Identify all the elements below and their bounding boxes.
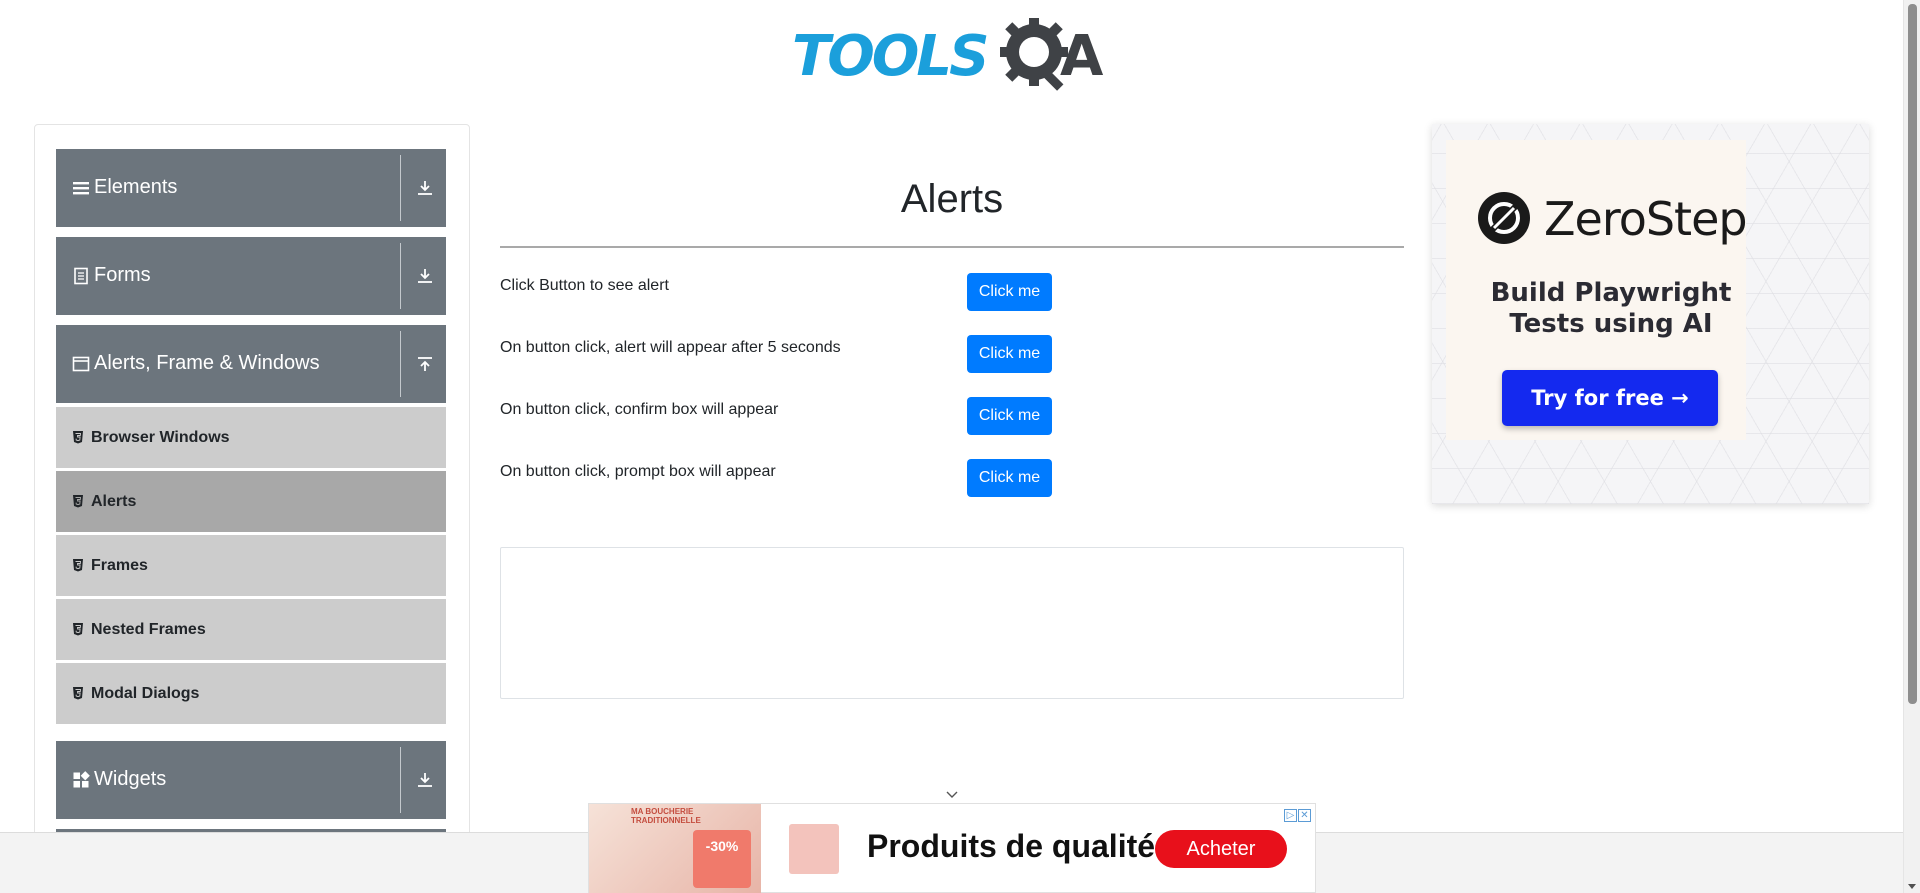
timer-alert-button[interactable]: Click me — [967, 335, 1052, 373]
zerostep-ad[interactable]: ZeroStep Build Playwright Tests using AI… — [1432, 124, 1869, 504]
header: TOOLS A — [0, 0, 1903, 100]
row-description: On button click, prompt box will appear — [500, 463, 776, 480]
timer-alert-row: On button click, alert will appear after… — [500, 335, 1404, 375]
sidebar-group-label: Forms — [94, 264, 151, 286]
html5-icon — [73, 559, 83, 572]
ad-tagline-line-1: Build Playwright — [1490, 278, 1732, 308]
prompt-button[interactable]: Click me — [967, 459, 1052, 497]
sidebar-item-label: Modal Dialogs — [91, 685, 200, 702]
sidebar-item-nested-frames[interactable]: Nested Frames — [56, 599, 446, 661]
divider — [400, 747, 401, 813]
prompt-row: On button click, prompt box will appear … — [500, 459, 1404, 499]
chevron-down-icon[interactable] — [945, 788, 959, 802]
ad-thumb-label: MA BOUCHERIE TRADITIONNELLE — [631, 807, 701, 825]
ad-tagline-line-2: Tests using AI — [1509, 309, 1713, 339]
ad-headline: Produits de qualité — [867, 828, 1156, 864]
confirm-button[interactable]: Click me — [967, 397, 1052, 435]
divider — [400, 331, 401, 397]
upload-icon — [418, 357, 432, 371]
butcher-logo-icon — [789, 824, 839, 874]
sidebar-item-modal-dialogs[interactable]: Modal Dialogs — [56, 663, 446, 725]
html5-icon — [73, 495, 83, 508]
scrollbar-thumb[interactable] — [1908, 4, 1917, 704]
sidebar-group-label: Widgets — [94, 768, 167, 790]
sidebar-group-elements[interactable]: Elements — [56, 149, 446, 227]
acheter-button[interactable]: Acheter — [1155, 830, 1287, 868]
logo-text-a: A — [1060, 24, 1104, 89]
zerostep-logo-icon — [1478, 192, 1530, 244]
grid-icon — [73, 771, 90, 788]
ad-info-icon[interactable]: ▷ — [1284, 809, 1297, 822]
scroll-down-arrow-icon[interactable] — [1908, 884, 1916, 889]
bottom-banner-ad[interactable]: MA BOUCHERIE TRADITIONNELLE -30% Produit… — [588, 803, 1316, 893]
toolsqa-logo[interactable]: TOOLS A — [792, 14, 1114, 91]
html5-icon — [73, 623, 83, 636]
download-icon — [418, 773, 432, 787]
sidebar-group-widgets[interactable]: Widgets — [56, 741, 446, 819]
sidebar: Elements Forms Alerts, Frame & Windows B… — [34, 124, 470, 893]
sidebar-item-label: Nested Frames — [91, 621, 206, 638]
ad-tagline: Build Playwright Tests using AI — [1446, 278, 1776, 340]
download-icon — [418, 181, 432, 195]
divider — [400, 155, 401, 221]
html5-icon — [73, 431, 83, 444]
document-icon — [74, 267, 88, 285]
logo-text-tools: TOOLS — [792, 24, 989, 89]
alert-row: Click Button to see alert Click me — [500, 273, 1404, 313]
ad-choices[interactable]: ▷ ✕ — [1283, 805, 1313, 822]
sidebar-item-label: Frames — [91, 557, 148, 574]
ad-card: ZeroStep Build Playwright Tests using AI… — [1446, 140, 1748, 440]
download-icon — [418, 269, 432, 283]
sidebar-item-browser-windows[interactable]: Browser Windows — [56, 407, 446, 469]
alert-button[interactable]: Click me — [967, 273, 1052, 311]
divider — [400, 243, 401, 309]
sidebar-group-label: Elements — [94, 176, 178, 198]
discount-badge: -30% — [693, 830, 751, 888]
sidebar-group-label: Alerts, Frame & Windows — [94, 352, 320, 374]
ad-placeholder-box — [500, 547, 1404, 699]
title-divider — [500, 246, 1404, 248]
close-icon[interactable]: ✕ — [1298, 809, 1311, 822]
confirm-row: On button click, confirm box will appear… — [500, 397, 1404, 437]
page-title: Alerts — [900, 177, 1004, 221]
window-icon — [72, 356, 90, 372]
sidebar-item-alerts[interactable]: Alerts — [56, 471, 446, 533]
sidebar-group-forms[interactable]: Forms — [56, 237, 446, 315]
ad-product-image: MA BOUCHERIE TRADITIONNELLE -30% — [589, 804, 761, 893]
sidebar-item-label: Alerts — [91, 493, 137, 510]
page-scrollbar[interactable] — [1903, 0, 1920, 893]
sidebar-group-alerts-frame-windows[interactable]: Alerts, Frame & Windows — [56, 325, 446, 403]
hamburger-icon — [73, 182, 89, 195]
html5-icon — [73, 687, 83, 700]
sidebar-item-frames[interactable]: Frames — [56, 535, 446, 597]
row-description: Click Button to see alert — [500, 277, 669, 294]
row-description: On button click, confirm box will appear — [500, 401, 779, 418]
sidebar-item-label: Browser Windows — [91, 429, 230, 446]
row-description: On button click, alert will appear after… — [500, 339, 841, 356]
try-for-free-button[interactable]: Try for free → — [1502, 370, 1718, 426]
ad-brand: ZeroStep — [1544, 192, 1748, 246]
